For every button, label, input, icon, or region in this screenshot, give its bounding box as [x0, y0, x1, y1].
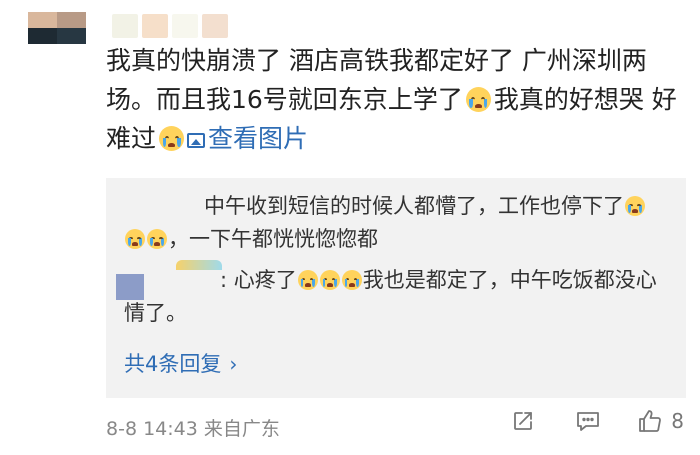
- username-block: [172, 14, 198, 38]
- reply-text: 中午收到短信的时候人都懵了，工作也停下了: [204, 194, 624, 218]
- reply-prefix: :: [220, 268, 228, 292]
- crying-face-emoji: [625, 196, 645, 216]
- thumbs-up-icon: [639, 410, 662, 432]
- username-redacted[interactable]: [112, 14, 228, 38]
- reply-text: 心疼了: [233, 268, 297, 292]
- view-all-replies-label: 共4条回复: [124, 352, 222, 376]
- comment-meta: 8-8 14:43 来自广东: [106, 414, 280, 441]
- avatar-pixel: [28, 12, 57, 28]
- reply-text: 我也是都定了，中午吃饭都没心情了。: [124, 268, 657, 325]
- crying-face-emoji: [159, 126, 185, 151]
- crying-face-emoji: [465, 87, 491, 112]
- username-block: [112, 14, 138, 38]
- crying-face-emoji: [341, 270, 362, 290]
- share-icon: [514, 412, 533, 430]
- comment-button[interactable]: [575, 409, 601, 433]
- comment-actions: 8: [511, 408, 684, 434]
- crying-face-emoji: [147, 229, 167, 249]
- replies-panel: 中午收到短信的时候人都懵了，工作也停下了 ，一下午都恍恍惚惚都 : 心疼了 我也是都…: [106, 178, 686, 398]
- reply-item[interactable]: 中午收到短信的时候人都懵了，工作也停下了 ，一下午都恍恍惚惚都: [124, 190, 664, 256]
- comment-icon: [577, 412, 600, 431]
- avatar-pixel: [57, 28, 86, 44]
- view-picture-label: 查看图片: [208, 124, 309, 153]
- image-icon: [187, 133, 206, 148]
- crying-face-emoji: [125, 229, 145, 249]
- view-picture-link[interactable]: 查看图片: [187, 124, 308, 153]
- username-block: [202, 14, 228, 38]
- username-block: [142, 14, 168, 38]
- reply-text: ，一下午都恍恍惚惚都: [168, 227, 378, 251]
- avatar[interactable]: [28, 12, 86, 44]
- crying-face-emoji: [319, 270, 340, 290]
- crying-face-emoji: [297, 270, 318, 290]
- chevron-right-icon: ›: [229, 352, 238, 376]
- share-button[interactable]: [511, 409, 535, 433]
- avatar-pixel: [57, 12, 86, 28]
- location-source: 来自广东: [203, 418, 280, 440]
- avatar-pixel: [28, 28, 57, 44]
- view-all-replies-link[interactable]: 共4条回复 ›: [124, 348, 237, 378]
- timestamp: 8-8 14:43: [106, 418, 198, 440]
- comment-body: 我真的快崩溃了 酒店高铁我都定好了 广州深圳两场。而且我16号就回东京上学了 我真…: [106, 41, 686, 158]
- like-count: 8: [671, 409, 684, 433]
- like-button[interactable]: 8: [637, 408, 684, 434]
- reply-item[interactable]: : 心疼了 我也是都定了，中午吃饭都没心情了。: [124, 264, 664, 330]
